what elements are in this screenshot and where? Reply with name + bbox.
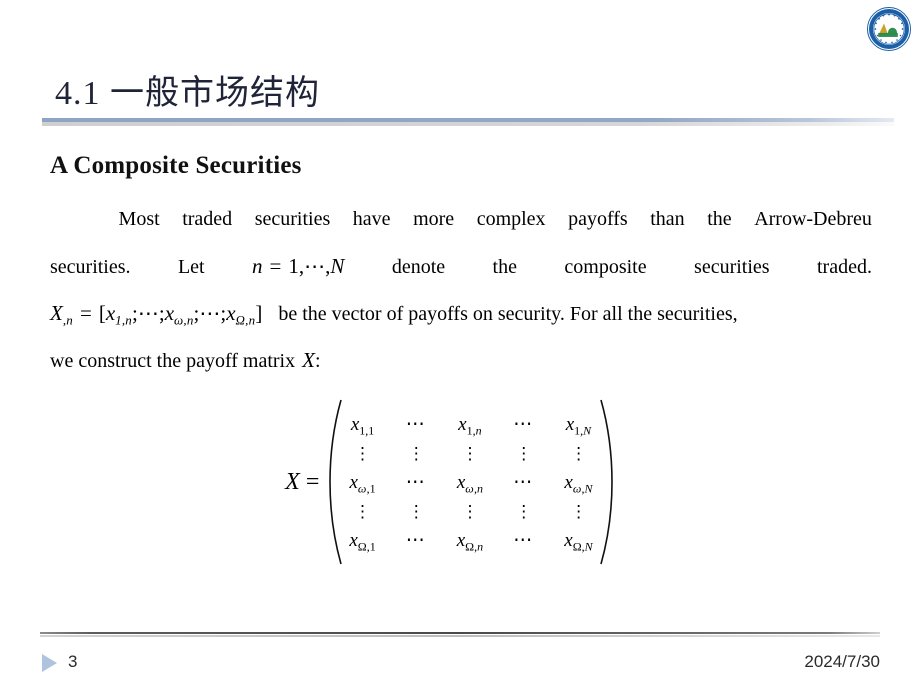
math-subscript: ,n (62, 312, 73, 328)
slide-content: A Composite Securities Most traded secur… (0, 152, 920, 566)
matrix-vdots: ⋮ (354, 443, 372, 463)
word: Most (118, 208, 160, 230)
right-paren-icon (600, 399, 613, 565)
inline-formula-payoff-vector: X,n = [x1,n;⋯;xω,n;⋯;xΩ,n] (50, 290, 262, 344)
math-variable-n: n (252, 254, 263, 278)
matrix-close-paren (599, 398, 615, 566)
word: the (707, 208, 732, 230)
word: Arrow-Debreu (754, 208, 872, 230)
matrix-cell: x1,N (565, 413, 592, 437)
word: Let (177, 256, 205, 278)
matrix-vdots: ⋮ (461, 443, 479, 463)
word: denote (391, 256, 446, 278)
word: composite (564, 256, 647, 278)
play-triangle-icon (42, 654, 57, 672)
matrix-equals-sign: = (305, 468, 320, 495)
word: have (352, 208, 391, 230)
math-term-base: x (226, 301, 236, 325)
word: traded. (817, 256, 872, 278)
matrix-vdots: ⋮ (515, 443, 533, 463)
matrix-hdots: ⋯ (405, 529, 427, 551)
math-term-subscript: 1,n (115, 312, 133, 328)
section-heading: A Composite Securities (50, 152, 302, 179)
payoff-matrix: X = x1,1 ⋯ x1,n ⋯ x1,N ⋮ ⋮ ⋮ ⋮ ⋮ xω,1 ⋯ … (0, 398, 920, 566)
math-separator: ;⋯; (193, 301, 227, 325)
matrix-hdots: ⋯ (513, 413, 535, 435)
footer-divider (40, 632, 880, 634)
matrix-grid: x1,1 ⋯ x1,n ⋯ x1,N ⋮ ⋮ ⋮ ⋮ ⋮ xω,1 ⋯ xω,n… (343, 406, 599, 559)
math-term-subscript: ω,n (174, 312, 194, 328)
word: payoffs (568, 208, 628, 230)
title-underline-shadow (42, 122, 894, 126)
matrix-hdots: ⋯ (405, 471, 427, 493)
math-number-one: 1 (288, 254, 299, 278)
math-variable-X: X (302, 348, 315, 372)
matrix-open-paren (327, 398, 343, 566)
body-paragraph: Most traded securities have more complex… (0, 196, 920, 384)
inline-formula-n-range: n = 1,⋯,N (252, 243, 344, 291)
math-bracket-close: ] (255, 301, 263, 325)
seal-icon (867, 7, 911, 51)
math-term-base: x (105, 301, 116, 325)
word: the (492, 256, 517, 278)
matrix-vdots: ⋮ (461, 501, 479, 521)
math-variable-N: N (330, 254, 345, 278)
footer-date: 2024/7/30 (804, 652, 880, 671)
word: securities (254, 208, 331, 230)
paragraph-line-4: we construct the payoff matrix X: (50, 337, 872, 384)
line-4-text-before: we construct the payoff matrix (50, 350, 296, 372)
matrix-cell: xΩ,N (564, 529, 593, 553)
matrix-vdots: ⋮ (407, 443, 425, 463)
matrix-lhs-variable: X (285, 468, 300, 495)
matrix-hdots: ⋯ (405, 413, 427, 435)
math-operator-equals: = (269, 254, 282, 278)
matrix-vdots: ⋮ (407, 501, 425, 521)
university-seal-logo (866, 6, 912, 52)
word: securities. (50, 256, 131, 278)
matrix-cell: xΩ,1 (349, 529, 376, 553)
matrix-cell: x1,1 (350, 413, 375, 437)
line-3-text: be the vector of payoffs on security. Fo… (278, 303, 738, 325)
matrix-vdots: ⋮ (354, 501, 372, 521)
math-term-base: x (164, 301, 175, 325)
math-separator: ;⋯; (132, 301, 165, 325)
matrix-cell: xω,n (456, 471, 484, 495)
math-term-subscript: Ω,n (235, 312, 256, 328)
paragraph-line-1: Most traded securities have more complex… (50, 196, 872, 243)
matrix-cell: xω,1 (349, 471, 376, 495)
matrix-hdots: ⋯ (513, 529, 535, 551)
footer: 3 2024/7/30 (0, 644, 920, 684)
math-dots: ,⋯, (298, 254, 331, 278)
footer-divider-shadow (40, 635, 880, 637)
line-4-text-after: : (314, 350, 321, 372)
math-operator-equals: = (79, 301, 92, 325)
page-number: 3 (68, 652, 78, 671)
matrix-cell: xω,N (564, 471, 593, 495)
left-paren-icon (329, 399, 343, 565)
math-bracket-open: [ (98, 301, 106, 325)
matrix-hdots: ⋯ (513, 471, 535, 493)
word: more (413, 208, 455, 230)
matrix-vdots: ⋮ (570, 443, 588, 463)
word: complex (476, 208, 546, 230)
title-block: 4.1 一般市场结构 (0, 72, 920, 126)
word: than (650, 208, 685, 230)
page-title: 4.1 一般市场结构 (55, 75, 320, 112)
word: securities (694, 256, 770, 278)
matrix-cell: xΩ,n (456, 529, 484, 553)
math-variable-X: X (50, 301, 63, 325)
matrix-vdots: ⋮ (515, 501, 533, 521)
word: traded (182, 208, 233, 230)
matrix-vdots: ⋮ (570, 501, 588, 521)
paragraph-line-3: X,n = [x1,n;⋯;xω,n;⋯;xΩ,n] be the vector o… (50, 290, 872, 337)
paragraph-line-2: securities. Let n = 1,⋯,N denote the compo… (50, 243, 872, 290)
matrix-cell: x1,n (458, 413, 482, 437)
